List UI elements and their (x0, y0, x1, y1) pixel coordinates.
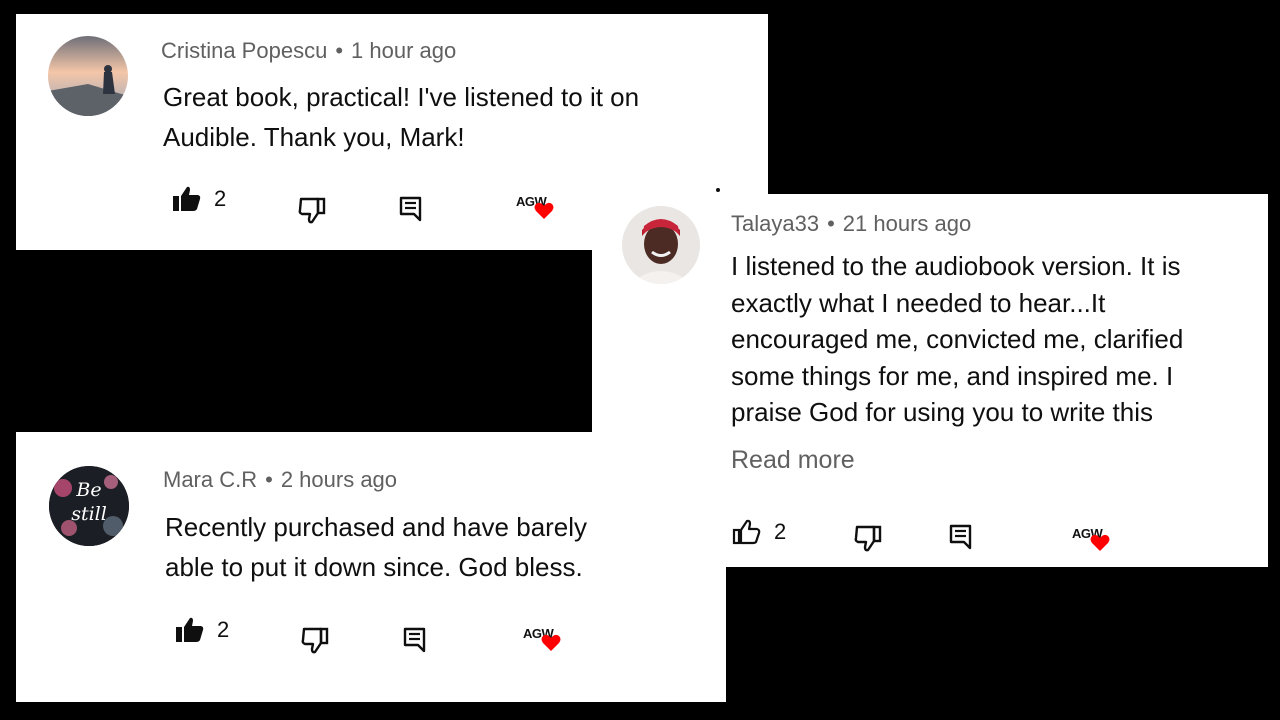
comment-meta: Cristina Popescu • 1 hour ago (161, 38, 456, 64)
comment-line: some things for me, and inspired me. I (731, 360, 1174, 391)
like-button[interactable]: 2 (732, 518, 786, 546)
reply-button[interactable] (403, 627, 427, 653)
heart-icon (541, 634, 561, 657)
timestamp[interactable]: 2 hours ago (281, 467, 397, 492)
comment-line: praise God for using you to write this (731, 397, 1153, 427)
reply-icon (949, 524, 973, 550)
thumbs-up-icon (175, 616, 205, 644)
like-button[interactable]: 2 (175, 616, 229, 644)
separator-dot: • (265, 467, 273, 492)
like-button[interactable]: 2 (172, 185, 226, 213)
timestamp[interactable]: 21 hours ago (843, 211, 971, 236)
read-more-link[interactable]: Read more (731, 446, 855, 475)
comment-text: Recently purchased and have barely been … (165, 507, 652, 587)
avatar[interactable]: Be still (49, 466, 129, 546)
reply-icon (399, 196, 423, 222)
comment-card: Talaya33 • 21 hours ago I listened to the … (592, 194, 1268, 567)
reply-icon (403, 627, 427, 653)
creator-heart-badge: AGW (1072, 526, 1112, 556)
comment-meta: Mara C.R • 2 hours ago (163, 467, 397, 493)
comment-line: able to put it down since. God bless. (165, 552, 583, 582)
author-name[interactable]: Cristina Popescu (161, 38, 327, 63)
dislike-button[interactable] (298, 196, 328, 224)
comment-line: Audible. Thank you, Mark! (163, 122, 465, 152)
author-name[interactable]: Mara C.R (163, 467, 257, 492)
comment-line: Recently purchased and have barely been (165, 512, 653, 542)
timestamp[interactable]: 1 hour ago (351, 38, 456, 63)
thumbs-down-icon (301, 626, 331, 654)
thumbs-down-icon (854, 524, 884, 552)
thumbs-up-icon (732, 518, 762, 546)
heart-icon (534, 202, 554, 225)
comment-text: Great book, practical! I've listened to … (163, 77, 639, 157)
heart-icon (1090, 534, 1110, 557)
like-count: 2 (214, 186, 227, 211)
reply-button[interactable] (399, 196, 423, 222)
avatar[interactable] (48, 36, 128, 116)
avatar[interactable] (622, 206, 700, 284)
more-actions-icon[interactable] (716, 188, 720, 192)
creator-heart-badge: AGW (516, 194, 556, 224)
creator-heart-badge: AGW (523, 626, 563, 656)
separator-dot: • (827, 211, 835, 236)
reply-button[interactable] (949, 524, 973, 550)
separator-dot: • (335, 38, 344, 63)
author-name[interactable]: Talaya33 (731, 211, 819, 236)
like-count: 2 (774, 519, 787, 544)
comment-line: exactly what I needed to hear...It (731, 287, 1106, 318)
comment-text: I listened to the audiobook version. It … (731, 248, 1183, 431)
thumbs-up-icon (172, 185, 202, 213)
dislike-button[interactable] (301, 626, 331, 654)
comment-line: Great book, practical! I've listened to … (163, 82, 640, 112)
like-count: 2 (217, 617, 230, 642)
avatar-caption: Be still (71, 479, 107, 525)
dislike-button[interactable] (854, 524, 884, 552)
thumbs-down-icon (298, 196, 328, 224)
comment-line: encouraged me, convicted me, clarified (731, 324, 1184, 354)
comment-line: I listened to the audiobook version. It … (731, 251, 1181, 281)
comment-meta: Talaya33 • 21 hours ago (731, 211, 971, 237)
